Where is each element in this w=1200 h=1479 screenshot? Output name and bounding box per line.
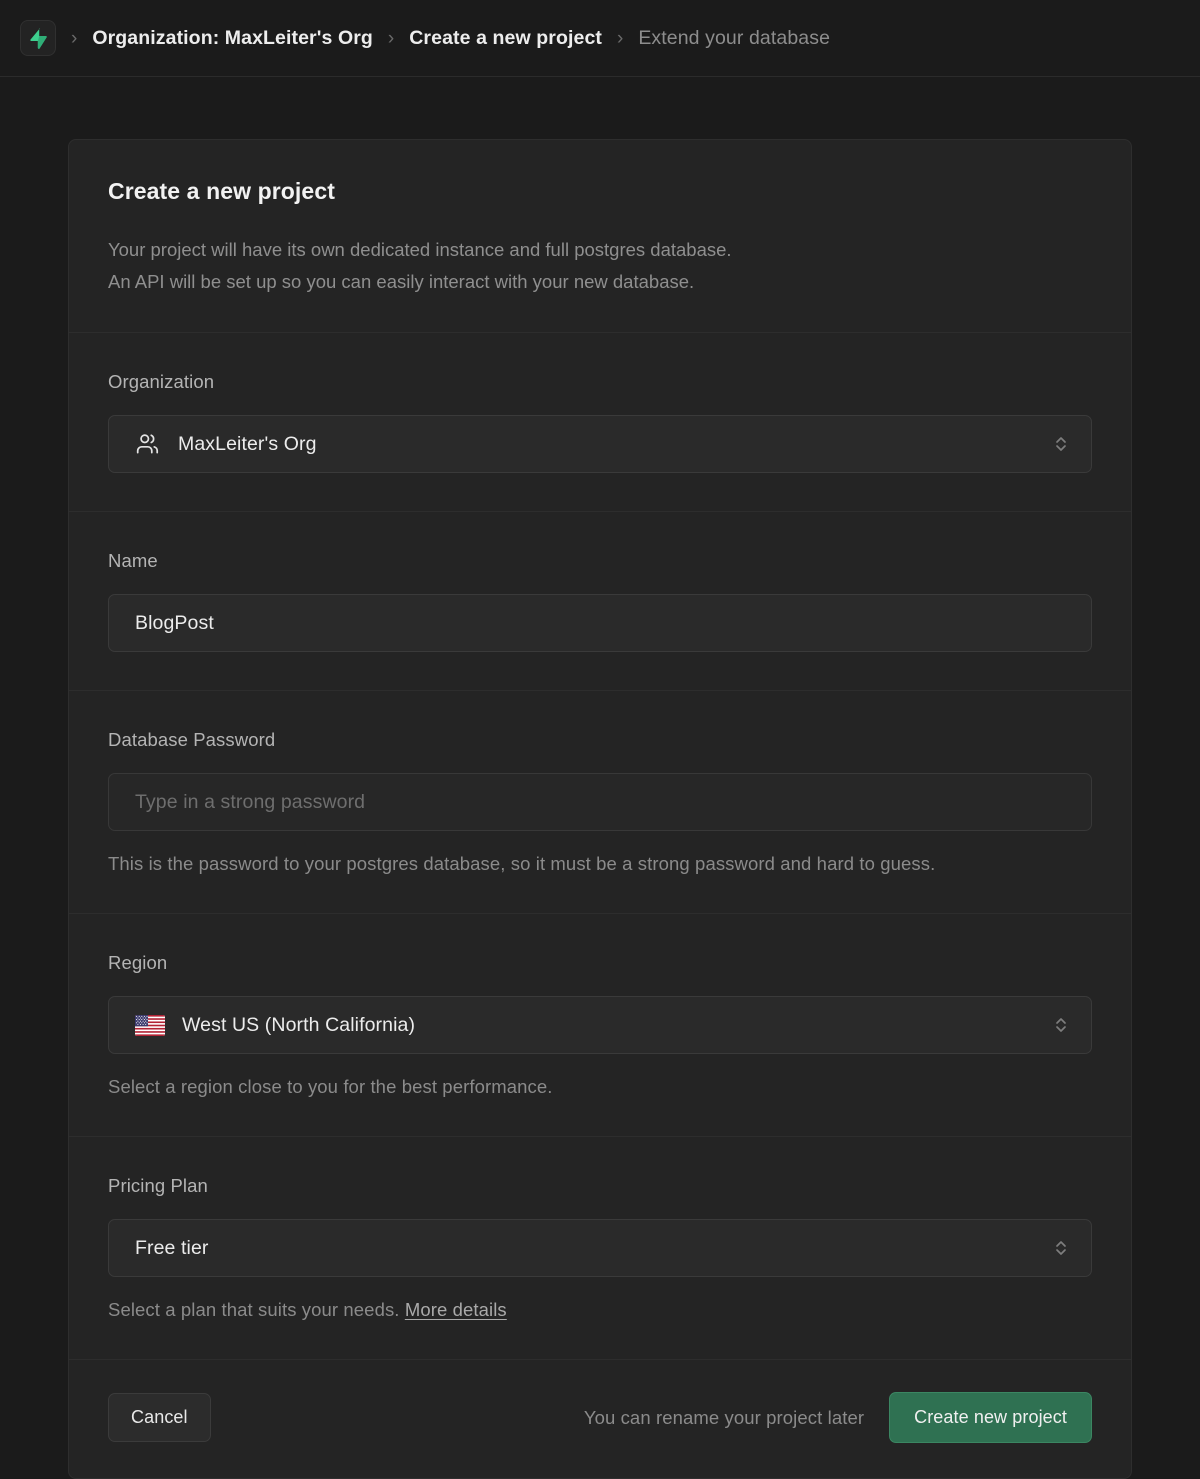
cancel-button[interactable]: Cancel (108, 1393, 211, 1442)
pricing-plan-hint-text: Select a plan that suits your needs. (108, 1299, 400, 1320)
database-password-placeholder: Type in a strong password (135, 791, 365, 814)
project-name-input[interactable]: BlogPost (108, 594, 1092, 652)
chevron-up-down-icon (1054, 434, 1068, 454)
rename-note: You can rename your project later (584, 1407, 864, 1429)
create-new-project-button[interactable]: Create new project (889, 1392, 1092, 1443)
us-flag-icon (135, 1015, 165, 1036)
project-name-value: BlogPost (135, 612, 214, 635)
password-section: Database Password Type in a strong passw… (69, 691, 1131, 914)
card-description-line-2: An API will be set up so you can easily … (108, 266, 1092, 298)
breadcrumb-item-create-project[interactable]: Create a new project (409, 27, 602, 50)
name-section: Name BlogPost (69, 512, 1131, 691)
footer-actions: You can rename your project later Create… (584, 1392, 1092, 1443)
supabase-bolt-icon (29, 28, 48, 49)
card-header-section: Create a new project Your project will h… (69, 140, 1131, 333)
organization-section: Organization MaxLeiter's Org (69, 333, 1131, 512)
region-hint: Select a region close to you for the bes… (108, 1076, 1092, 1098)
more-details-link[interactable]: More details (405, 1299, 507, 1320)
create-project-card: Create a new project Your project will h… (68, 139, 1132, 1479)
breadcrumb-item-organization[interactable]: Organization: MaxLeiter's Org (92, 27, 373, 50)
card-description: Your project will have its own dedicated… (108, 234, 1092, 298)
chevron-up-down-icon (1054, 1238, 1068, 1258)
organization-value: MaxLeiter's Org (178, 433, 317, 456)
pricing-plan-select[interactable]: Free tier (108, 1219, 1092, 1277)
app-logo-button[interactable] (20, 20, 56, 56)
page-body: Create a new project Your project will h… (0, 77, 1200, 1479)
breadcrumb-item-extend-database[interactable]: Extend your database (638, 27, 830, 50)
pricing-plan-value: Free tier (135, 1237, 209, 1260)
breadcrumb-separator-icon: › (71, 29, 77, 48)
region-label: Region (108, 952, 1092, 974)
pricing-plan-section: Pricing Plan Free tier Select a plan tha… (69, 1137, 1131, 1360)
breadcrumb-separator-icon: › (617, 29, 623, 48)
page-title: Create a new project (108, 178, 1092, 205)
region-select[interactable]: West US (North California) (108, 996, 1092, 1054)
region-section: Region (69, 914, 1131, 1137)
password-hint: This is the password to your postgres da… (108, 853, 1092, 875)
name-label: Name (108, 550, 1092, 572)
breadcrumb-separator-icon: › (388, 29, 394, 48)
pricing-plan-hint: Select a plan that suits your needs. Mor… (108, 1299, 1092, 1321)
chevron-up-down-icon (1054, 1015, 1068, 1035)
database-password-input[interactable]: Type in a strong password (108, 773, 1092, 831)
organization-select[interactable]: MaxLeiter's Org (108, 415, 1092, 473)
users-icon (135, 431, 161, 457)
organization-label: Organization (108, 371, 1092, 393)
card-description-line-1: Your project will have its own dedicated… (108, 234, 1092, 266)
card-footer: Cancel You can rename your project later… (69, 1360, 1131, 1478)
region-value: West US (North California) (182, 1014, 415, 1037)
password-label: Database Password (108, 729, 1092, 751)
pricing-plan-label: Pricing Plan (108, 1175, 1092, 1197)
breadcrumb-bar: › Organization: MaxLeiter's Org › Create… (0, 0, 1200, 77)
